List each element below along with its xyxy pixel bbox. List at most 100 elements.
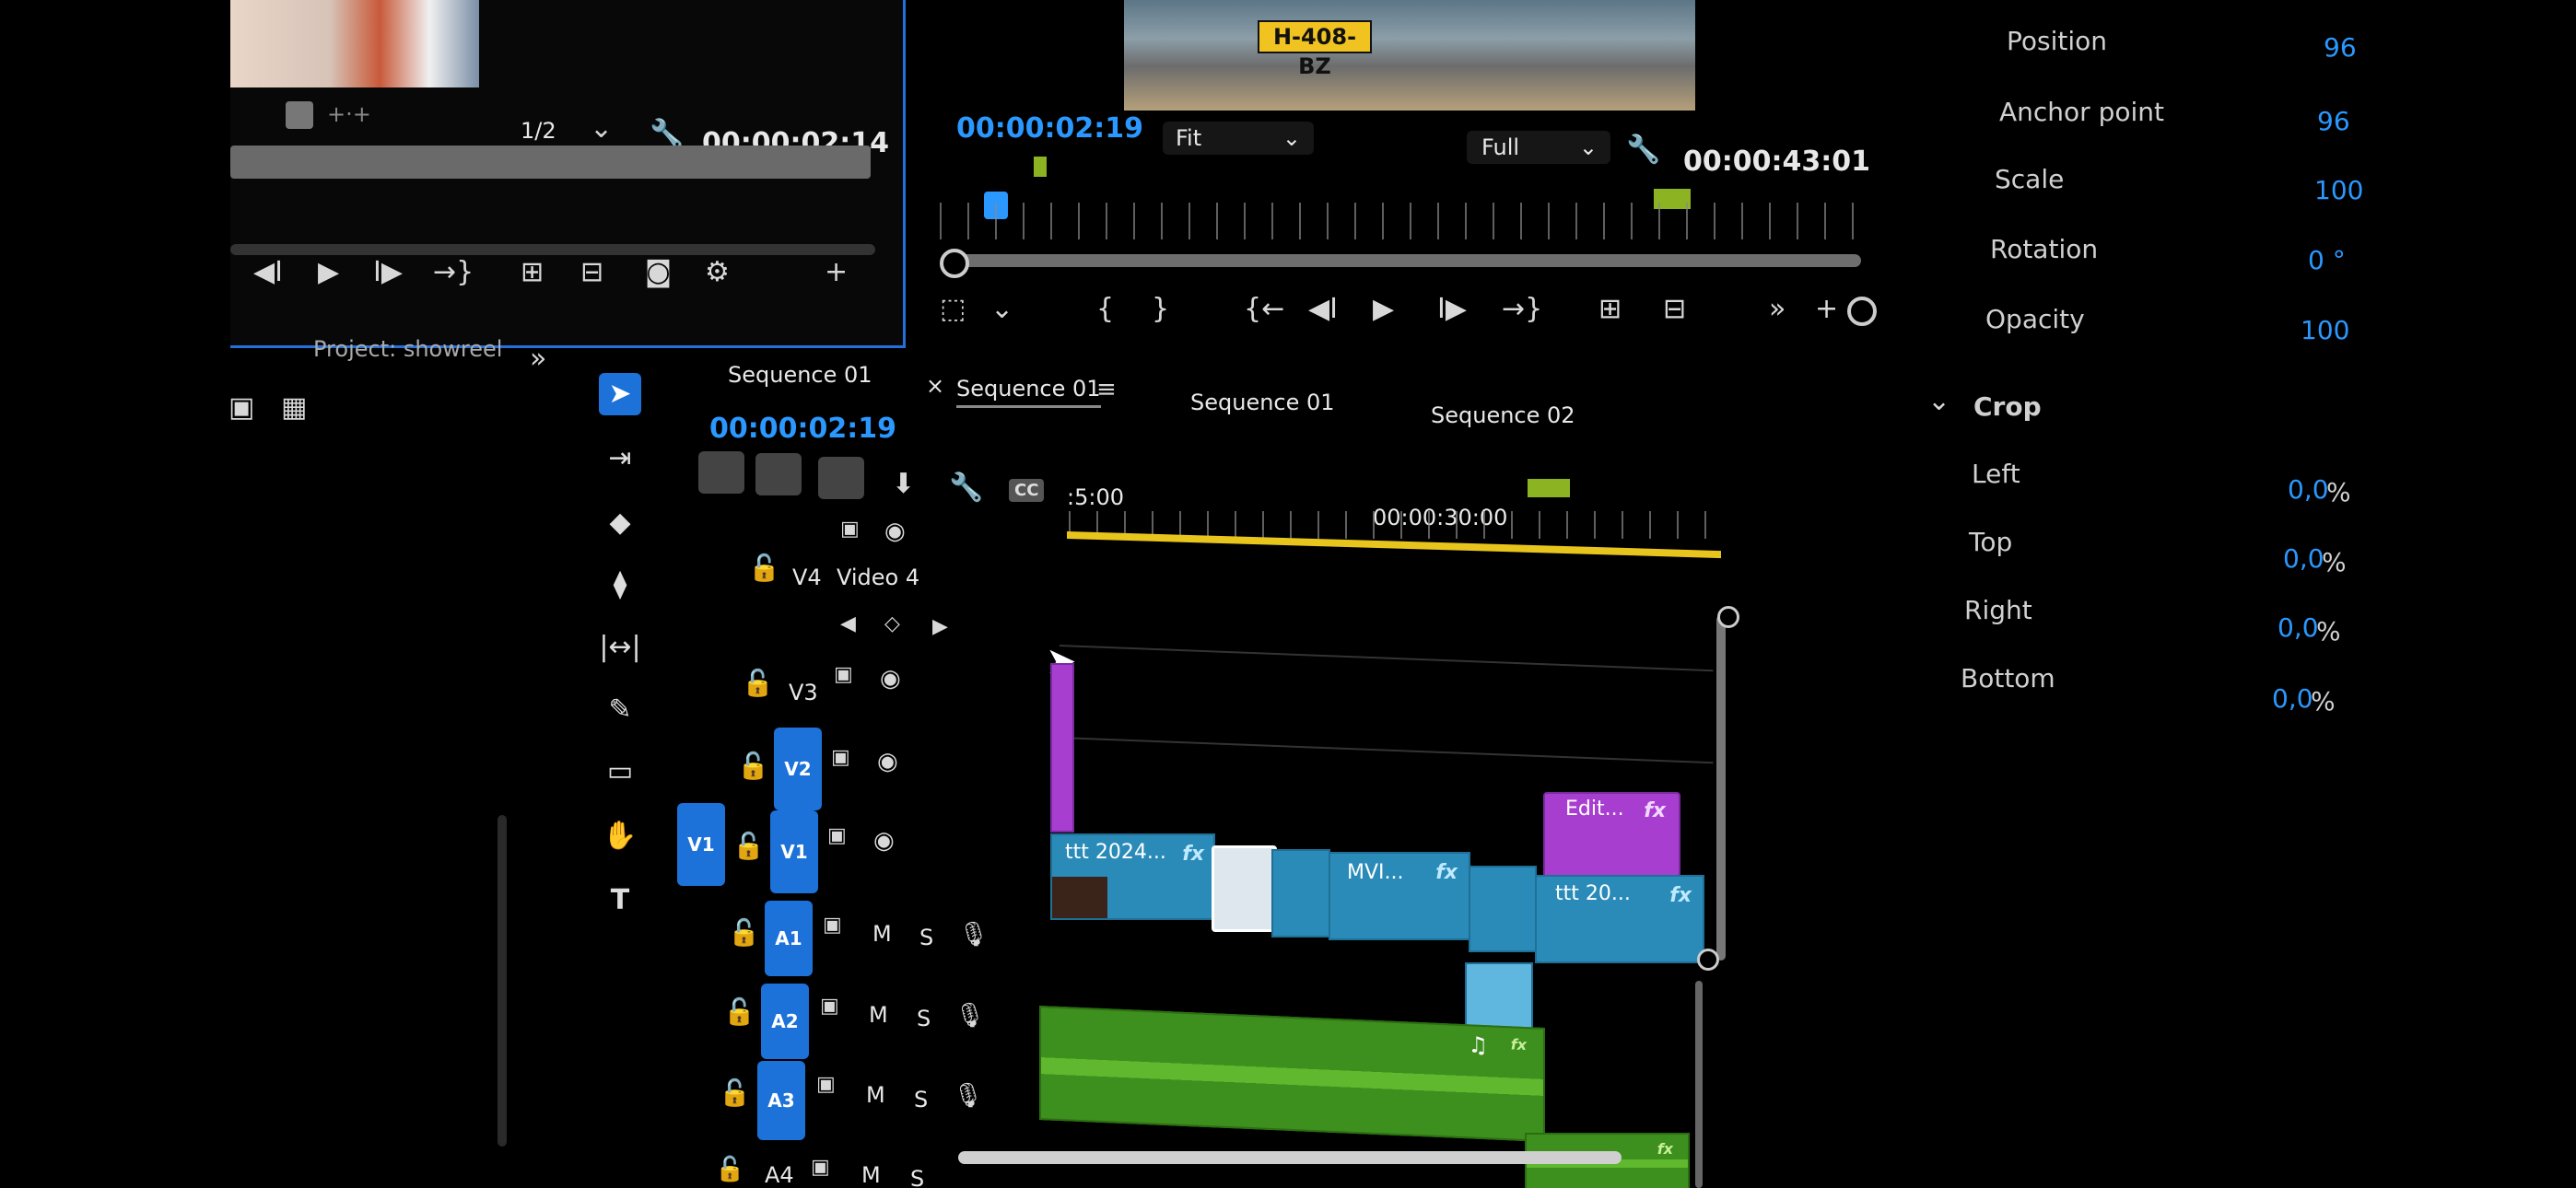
go-to-out-icon[interactable]: →} [433, 256, 474, 288]
tab-menu-icon[interactable]: ≡ [1096, 376, 1117, 403]
audio-scrollbar[interactable] [1695, 981, 1703, 1188]
hand-tool-icon[interactable]: ✋ [599, 815, 641, 857]
track-a2-toggle[interactable]: A2 [761, 984, 809, 1059]
track-select-tool-icon[interactable]: ⇥ [599, 437, 641, 480]
chevron-down-icon[interactable]: ⌄ [590, 112, 613, 145]
prop-scale-value[interactable]: 100 [2314, 175, 2363, 205]
eye-icon[interactable]: ◉ [873, 827, 895, 855]
selected-clip-thumbnail[interactable] [1212, 845, 1277, 932]
settings-icon[interactable]: ⚙ [705, 256, 730, 288]
scroll-handle-bottom[interactable] [1697, 949, 1719, 971]
nest-icon[interactable] [698, 451, 744, 494]
timeline-scrollbar[interactable] [1716, 615, 1726, 961]
crop-left-value[interactable]: 0,0 [2288, 474, 2329, 505]
linked-selection-icon[interactable] [818, 457, 864, 499]
program-ruler[interactable] [940, 203, 1861, 239]
safe-margin-icon[interactable] [286, 101, 313, 129]
more-panels-icon[interactable]: » [530, 343, 546, 375]
track-a3-mute[interactable]: M [866, 1082, 885, 1108]
crop-bottom-value[interactable]: 0,0 [2272, 683, 2313, 714]
ripple-edit-tool-icon[interactable]: ◆ [599, 502, 641, 544]
microphone-icon[interactable]: 🎙 [953, 1082, 983, 1110]
step-back-icon[interactable]: ◀I [253, 256, 283, 288]
track-a2-solo[interactable]: S [917, 1006, 931, 1031]
prop-anchor-value[interactable]: 96 [2317, 106, 2350, 136]
razor-tool-icon[interactable]: ⧫ [599, 564, 641, 606]
mark-in-icon[interactable]: { [1096, 293, 1114, 325]
home-indicator[interactable] [958, 1151, 1622, 1164]
prev-keyframe-icon[interactable]: ◀ [840, 612, 856, 635]
adjustment-clip[interactable] [1050, 663, 1074, 833]
mark-out-icon[interactable]: } [1152, 293, 1169, 325]
eye-icon[interactable]: ◉ [880, 665, 901, 693]
source-scrub-bar[interactable] [230, 146, 871, 179]
lock-icon[interactable]: 🔓 [715, 1156, 744, 1183]
prop-position-value[interactable]: 96 [2324, 32, 2357, 63]
lock-icon[interactable]: 🔓 [719, 1077, 751, 1108]
lock-icon[interactable]: 🔓 [737, 751, 769, 781]
tab-sequence-01[interactable]: Sequence 01 [1190, 390, 1335, 415]
step-back-icon[interactable]: ◀I [1308, 293, 1338, 325]
lift-icon[interactable]: ⊞ [1598, 293, 1622, 325]
add-marker-icon[interactable]: ⬇ [892, 468, 915, 500]
zoom-handle-left[interactable] [940, 249, 969, 278]
eye-icon[interactable]: ◉ [877, 748, 898, 775]
crop-right-value[interactable]: 0,0 [2277, 612, 2319, 643]
v1-clip[interactable] [1271, 849, 1330, 938]
crop-top-value[interactable]: 0,0 [2283, 543, 2324, 574]
track-a1-mute[interactable]: M [872, 921, 892, 947]
source-v1-toggle[interactable]: V1 [677, 803, 725, 886]
pen-tool-icon[interactable]: ✎ [599, 689, 641, 731]
tab-sequence-01-active[interactable]: Sequence 01 [956, 376, 1101, 408]
slip-tool-icon[interactable]: |↔| [599, 626, 641, 669]
snap-icon[interactable] [755, 453, 802, 495]
play-icon[interactable]: ▶ [318, 256, 339, 288]
track-v1-toggle[interactable]: V1 [770, 810, 818, 893]
tab-sequence-02[interactable]: Sequence 02 [1431, 402, 1575, 428]
play-icon[interactable]: ▶ [1373, 293, 1394, 325]
microphone-icon[interactable]: 🎙 [954, 1002, 985, 1030]
track-v2-toggle[interactable]: V2 [774, 728, 822, 810]
v1-clip-ttt-2024[interactable]: ttt 2024... fx [1050, 833, 1215, 920]
v2-edit-clip[interactable]: Edit... fx [1543, 792, 1680, 880]
folder-icon[interactable]: ▦ [281, 391, 307, 424]
track-a1-solo[interactable]: S [919, 925, 933, 950]
lock-icon[interactable]: 🔓 [742, 668, 774, 698]
safe-margins-icon[interactable]: ⬚ [940, 293, 966, 325]
track-a3-toggle[interactable]: A3 [757, 1061, 805, 1140]
rectangle-tool-icon[interactable]: ▭ [599, 751, 641, 793]
step-forward-icon[interactable]: I▶ [1437, 293, 1467, 325]
add-button-icon[interactable]: + [1815, 293, 1838, 325]
track-a4-solo[interactable]: S [910, 1166, 924, 1188]
captions-icon[interactable]: CC [1009, 479, 1045, 502]
insert-icon[interactable]: ⊞ [521, 256, 544, 288]
program-zoom-bar[interactable] [949, 254, 1861, 267]
lock-icon[interactable]: 🔓 [728, 917, 760, 948]
go-to-out-icon[interactable]: →} [1502, 293, 1542, 325]
wrench-icon[interactable]: 🔧 [949, 472, 983, 504]
v1-clip-mvi[interactable]: MVI... fx [1329, 852, 1470, 940]
scroll-handle-top[interactable] [1717, 606, 1739, 628]
selection-tool-icon[interactable]: ➤ [599, 373, 641, 415]
a2-audio-clip[interactable]: fx ♫ [1039, 1006, 1545, 1142]
quality-select[interactable]: Full ⌄ [1467, 131, 1610, 164]
step-forward-icon[interactable]: I▶ [373, 256, 403, 288]
microphone-icon[interactable]: 🎙 [958, 921, 989, 949]
extract-icon[interactable]: ⊟ [1663, 293, 1686, 325]
timeline-timecode[interactable]: 00:00:02:19 [709, 413, 896, 445]
type-tool-icon[interactable]: T [599, 879, 641, 922]
marker-group-icon[interactable] [1528, 479, 1570, 497]
project-scrollbar[interactable] [498, 815, 507, 1147]
tab-close-icon[interactable]: × [926, 373, 944, 399]
add-button-icon[interactable]: + [825, 256, 848, 288]
overwrite-icon[interactable]: ⊟ [580, 256, 603, 288]
marker-icon[interactable]: +·+ [327, 101, 371, 127]
track-a2-mute[interactable]: M [869, 1002, 888, 1028]
prop-rotation-value[interactable]: 0 ° [2308, 245, 2346, 275]
camera-icon[interactable]: ◙ [645, 256, 672, 288]
marker-icon[interactable] [1034, 157, 1047, 177]
program-current-timecode[interactable]: 00:00:02:19 [956, 112, 1143, 145]
wrench-icon[interactable]: 🔧 [1626, 134, 1660, 166]
lock-icon[interactable]: 🔓 [732, 831, 765, 861]
chevron-down-icon[interactable]: ⌄ [990, 293, 1013, 325]
